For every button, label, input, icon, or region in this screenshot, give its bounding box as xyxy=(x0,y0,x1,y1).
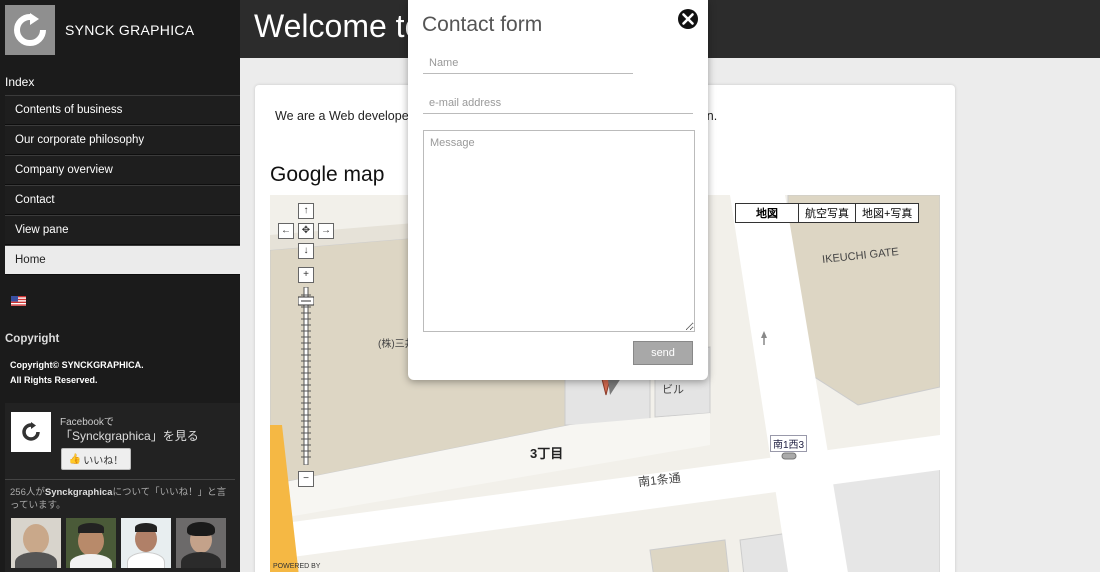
pan-down-button[interactable]: ↓ xyxy=(298,243,314,259)
fan-avatar[interactable] xyxy=(66,518,116,568)
contact-form-modal: Contact form send xyxy=(408,0,708,380)
powered-by-label: POWERED BY xyxy=(273,563,321,570)
copyright-line: Copyright© SYNCKGRAPHICA. xyxy=(10,360,144,370)
fan-avatar[interactable] xyxy=(176,518,226,568)
zoom-slider[interactable] xyxy=(298,287,314,465)
us-flag-icon[interactable] xyxy=(11,296,26,306)
facebook-like-box: Facebookで 「Synckgraphica」を見る 👍 いいね！ 256人… xyxy=(5,403,240,572)
facebook-fan-faces xyxy=(11,518,226,568)
copyright-line: All Rights Reserved. xyxy=(10,375,98,385)
pan-right-button[interactable]: → xyxy=(318,223,334,239)
refresh-logo-icon xyxy=(22,422,40,441)
map-label-chome: 3丁目 xyxy=(530,446,564,461)
thumbs-up-icon: 👍 xyxy=(68,453,82,465)
facebook-page-link[interactable]: 「Synckgraphica」を見る xyxy=(60,427,199,444)
site-name[interactable]: SYNCK GRAPHICA xyxy=(65,22,194,38)
map-type-satellite[interactable]: 航空写真 xyxy=(798,204,855,222)
pan-up-button[interactable]: ↑ xyxy=(298,203,314,219)
like-label: いいね！ xyxy=(83,455,124,467)
close-icon[interactable] xyxy=(677,8,699,30)
sidebar-nav: Contents of business Our corporate philo… xyxy=(5,95,240,275)
count-name[interactable]: Synckgraphica xyxy=(45,487,113,498)
map-label-station: 南1西3 xyxy=(770,435,808,452)
nav-item-corporate-philosophy[interactable]: Our corporate philosophy xyxy=(5,125,240,155)
facebook-like-button[interactable]: 👍 いいね！ xyxy=(61,448,131,470)
fan-avatar[interactable] xyxy=(121,518,171,568)
map-type-hybrid[interactable]: 地図+写真 xyxy=(855,204,918,222)
pan-left-button[interactable]: ← xyxy=(278,223,294,239)
zoom-out-button[interactable]: − xyxy=(298,471,314,487)
map-label-building: ビル xyxy=(662,384,684,396)
send-button[interactable]: send xyxy=(633,341,693,365)
divider xyxy=(5,479,235,480)
refresh-logo-icon xyxy=(14,13,46,46)
nav-item-contents-of-business[interactable]: Contents of business xyxy=(5,95,240,125)
nav-item-company-overview[interactable]: Company overview xyxy=(5,155,240,185)
pan-center-button[interactable]: ✥ xyxy=(298,223,314,239)
message-field[interactable] xyxy=(423,130,695,332)
nav-item-view-pane[interactable]: View pane xyxy=(5,215,240,245)
zoom-in-button[interactable]: + xyxy=(298,267,314,283)
modal-title: Contact form xyxy=(422,13,543,36)
map-type-selector: 地図 航空写真 地図+写真 xyxy=(735,203,920,223)
copyright-text: Copyright© SYNCKGRAPHICA. All Rights Res… xyxy=(10,358,144,388)
count-prefix: 256人が xyxy=(10,487,45,498)
sidebar: SYNCK GRAPHICA Index Contents of busines… xyxy=(0,0,240,572)
nav-item-home[interactable]: Home xyxy=(5,245,240,275)
copyright-title: Copyright xyxy=(5,333,60,345)
map-type-map[interactable]: 地図 xyxy=(736,204,798,222)
nav-item-contact[interactable]: Contact xyxy=(5,185,240,215)
fan-avatar[interactable] xyxy=(11,518,61,568)
facebook-like-count: 256人がSynckgraphicaについて「いいね！」と言っています。 xyxy=(10,486,235,512)
facebook-caption: Facebookで xyxy=(60,417,114,428)
index-label: Index xyxy=(5,75,35,89)
name-field[interactable] xyxy=(423,52,633,74)
site-logo[interactable] xyxy=(5,5,55,55)
map-heading: Google map xyxy=(270,163,385,186)
facebook-page-logo[interactable] xyxy=(11,412,51,452)
email-field[interactable] xyxy=(423,92,693,114)
